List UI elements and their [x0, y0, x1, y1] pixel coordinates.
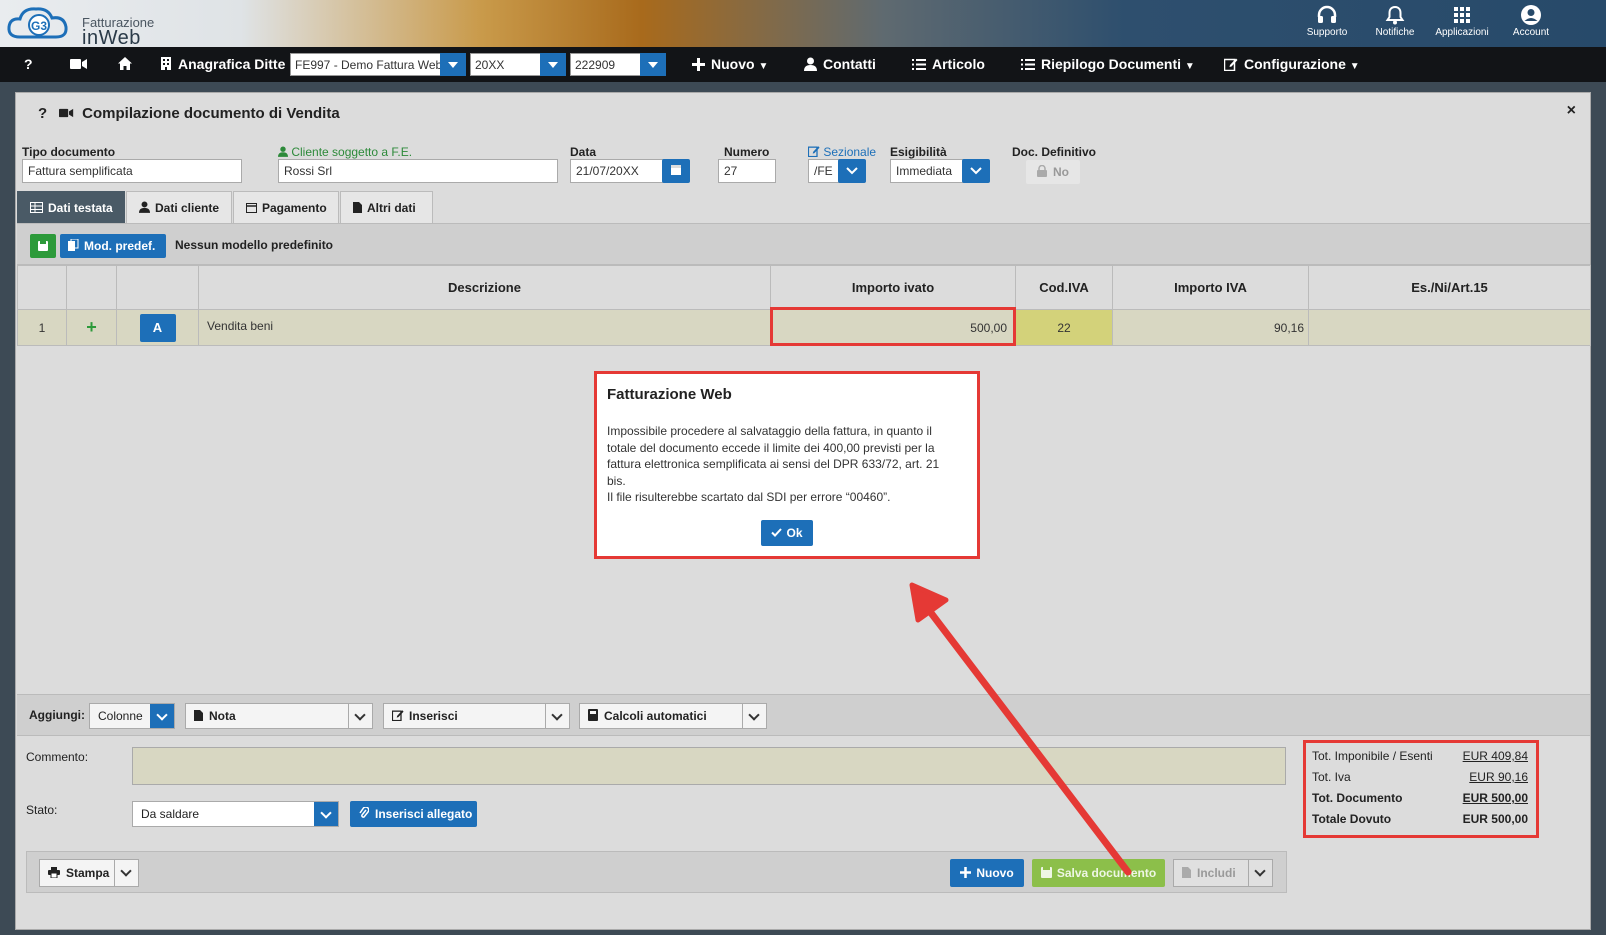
annotation-arrow — [909, 582, 1132, 876]
